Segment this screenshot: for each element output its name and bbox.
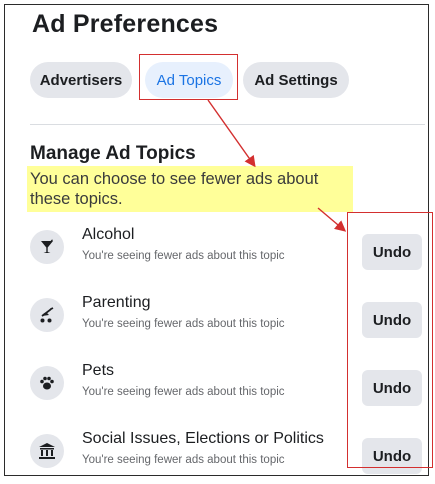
undo-annotation-box [347,212,433,468]
paw-icon [40,376,54,390]
topic-name: Parenting [82,294,151,311]
topic-icon-circle [30,366,64,400]
government-building-icon [39,443,55,459]
topic-status: You're seeing fewer ads about this topic [82,454,285,466]
topic-status: You're seeing fewer ads about this topic [82,250,285,262]
stroller-icon [40,307,54,323]
topic-icon-circle [30,298,64,332]
topic-icon-circle [30,434,64,468]
cocktail-icon [41,239,53,253]
topic-name: Social Issues, Elections or Politics [82,430,324,447]
topic-status: You're seeing fewer ads about this topic [82,318,285,330]
undo-arrow [317,207,347,232]
topic-name: Alcohol [82,226,135,243]
topic-name: Pets [82,362,115,379]
topic-status: You're seeing fewer ads about this topic [82,386,285,398]
topic-icon-circle [30,230,64,264]
tab-arrow [207,99,256,168]
